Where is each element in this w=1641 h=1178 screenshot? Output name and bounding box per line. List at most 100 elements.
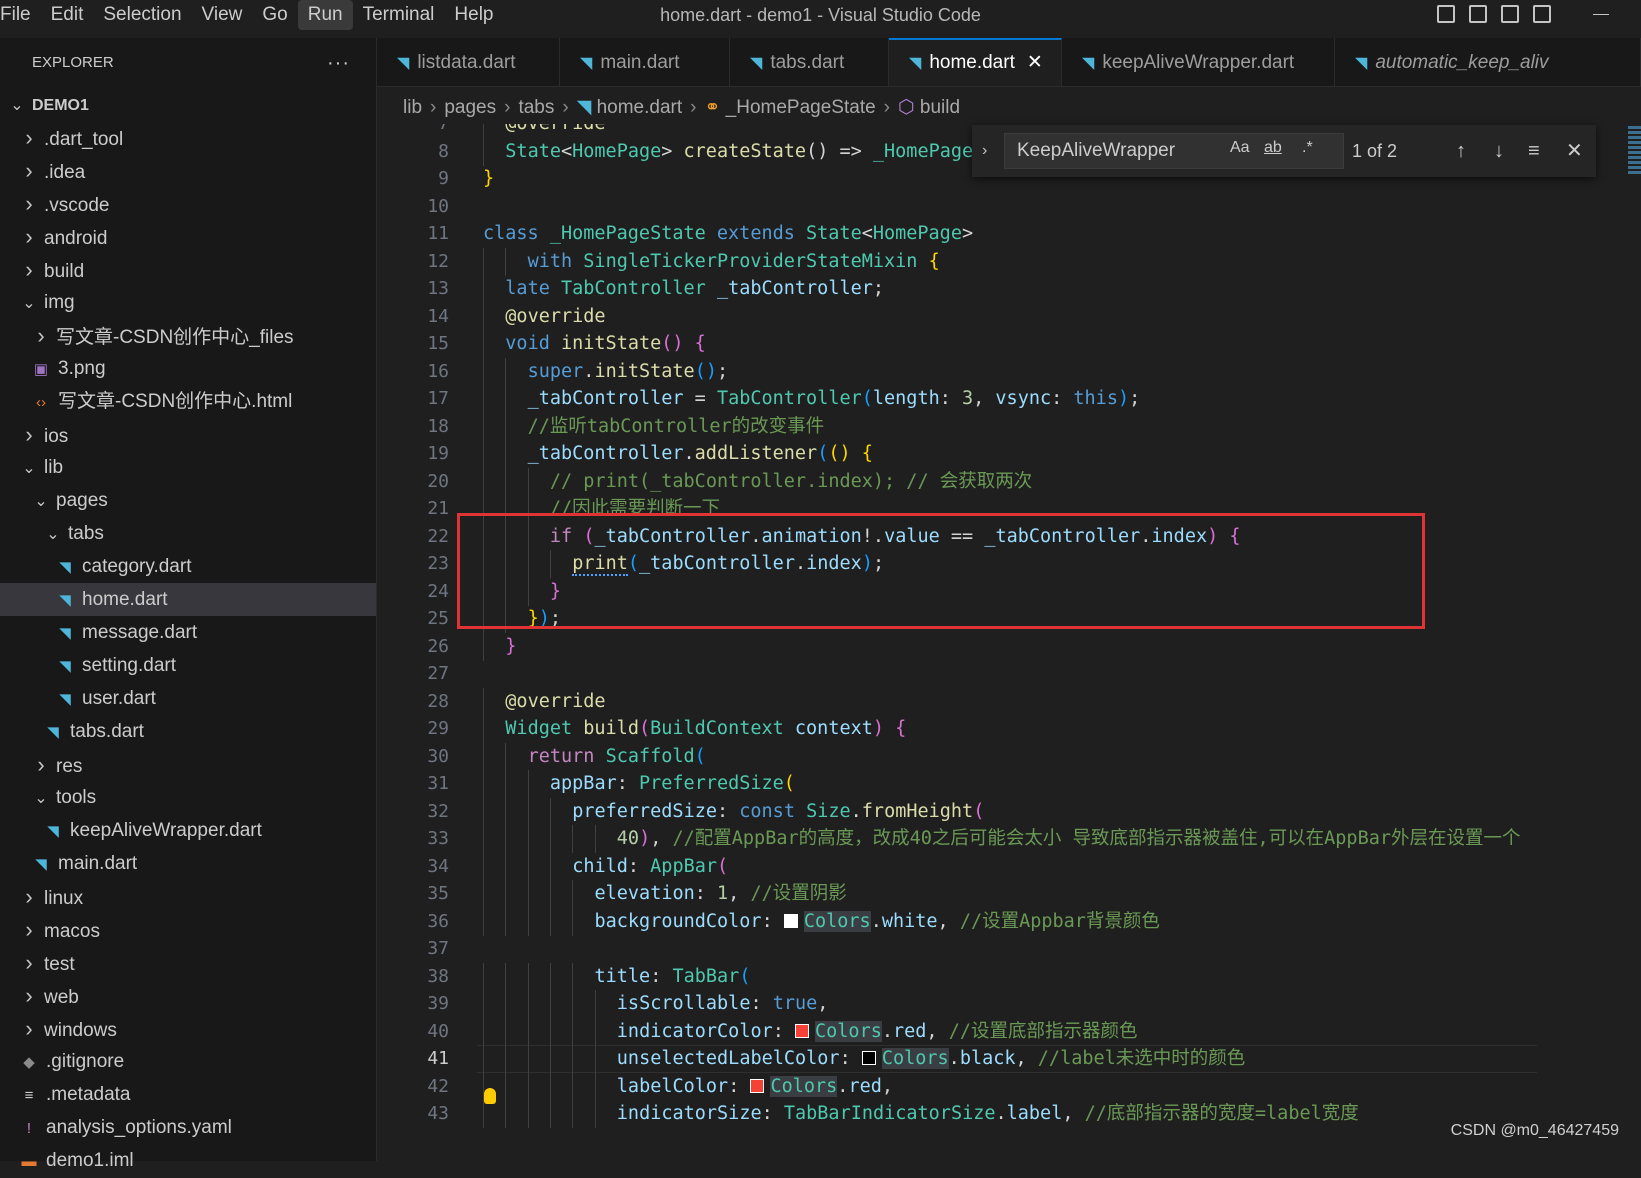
color-swatch[interactable] bbox=[795, 1023, 810, 1038]
folder-row[interactable]: › res bbox=[0, 748, 376, 781]
breadcrumb-item[interactable]: build bbox=[920, 97, 960, 118]
find-in-selection-icon[interactable]: ≡ bbox=[1528, 125, 1540, 177]
menu-item-run[interactable]: Run bbox=[297, 0, 353, 30]
editor-tab[interactable]: ◥ listdata.dart bbox=[377, 38, 560, 86]
code-line[interactable]: 12 with SingleTickerProviderStateMixin { bbox=[377, 247, 1641, 276]
toggle-primary-sidebar-icon[interactable] bbox=[1437, 5, 1455, 23]
code-line[interactable]: 26} bbox=[377, 632, 1641, 661]
menu-item-file[interactable]: File bbox=[0, 0, 41, 30]
file-row[interactable]: ◆ .gitignore bbox=[0, 1045, 376, 1078]
chevron-right-icon[interactable]: › bbox=[32, 748, 50, 781]
chevron-right-icon[interactable]: › bbox=[20, 880, 38, 913]
folder-row[interactable]: › .dart_tool bbox=[0, 121, 376, 154]
code-line[interactable]: 41 unselectedLabelColor: Colors.black, //… bbox=[377, 1045, 1641, 1073]
code-line[interactable]: 10 bbox=[377, 193, 1641, 221]
folder-row[interactable]: › android bbox=[0, 220, 376, 253]
customize-layout-icon[interactable] bbox=[1533, 5, 1551, 23]
code-line[interactable]: 36 backgroundColor: Colors.white, //设置App… bbox=[377, 907, 1641, 936]
code-line[interactable]: 38 title: TabBar( bbox=[377, 962, 1641, 991]
minimap[interactable] bbox=[1628, 124, 1641, 264]
folder-row[interactable]: › web bbox=[0, 979, 376, 1012]
file-row[interactable]: ◥ keepAliveWrapper.dart bbox=[0, 814, 376, 847]
color-swatch[interactable] bbox=[783, 913, 798, 928]
chevron-down-icon[interactable]: ⌄ bbox=[8, 89, 26, 122]
code-line[interactable]: 11 class _HomePageState extends State<Hom… bbox=[377, 220, 1641, 248]
code-line[interactable]: 16 super.initState(); bbox=[377, 357, 1641, 386]
breadcrumb-item[interactable]: lib bbox=[403, 97, 422, 118]
code-line[interactable]: 31 appBar: PreferredSize( bbox=[377, 770, 1641, 798]
code-line[interactable]: 30 return Scaffold( bbox=[377, 742, 1641, 771]
code-line[interactable]: 39 isScrollable: true, bbox=[377, 990, 1641, 1018]
file-row[interactable]: ◥ home.dart bbox=[0, 583, 376, 616]
file-row[interactable]: ◥ category.dart bbox=[0, 550, 376, 583]
close-tab-icon[interactable]: ✕ bbox=[1027, 52, 1043, 73]
chevron-right-icon[interactable]: › bbox=[20, 220, 38, 253]
code-editor[interactable]: 7@override8State<HomePage> createState()… bbox=[377, 124, 1641, 1161]
file-row[interactable]: ‹› 写文章-CSDN创作中心.html bbox=[0, 385, 376, 418]
menu-item-help[interactable]: Help bbox=[444, 0, 503, 30]
file-row[interactable]: ! analysis_options.yaml bbox=[0, 1111, 376, 1144]
file-row[interactable]: ◥ tabs.dart bbox=[0, 715, 376, 748]
code-line[interactable]: 17 _tabController = TabController(length:… bbox=[377, 385, 1641, 413]
code-line[interactable]: 20 // print(_tabController.index); // 会获取… bbox=[377, 467, 1641, 496]
chevron-down-icon[interactable]: ⌄ bbox=[44, 518, 62, 551]
file-row[interactable]: ≡ .metadata bbox=[0, 1078, 376, 1111]
folder-row[interactable]: ⌄ DEMO1 bbox=[0, 88, 376, 121]
file-row[interactable]: ◥ main.dart bbox=[0, 847, 376, 880]
minimize-button[interactable] bbox=[1591, 4, 1611, 24]
more-actions-icon[interactable]: ··· bbox=[327, 38, 350, 88]
chevron-down-icon[interactable]: ⌄ bbox=[20, 452, 38, 485]
lightbulb-icon[interactable] bbox=[484, 1088, 496, 1104]
editor-tab[interactable]: ◥ automatic_keep_aliv bbox=[1335, 38, 1641, 86]
code-line[interactable]: 40 indicatorColor: Colors.red, //设置底部指示器颜… bbox=[377, 1017, 1641, 1046]
chevron-right-icon[interactable]: › bbox=[20, 1012, 38, 1045]
chevron-right-icon[interactable]: › bbox=[20, 946, 38, 979]
breadcrumb-item[interactable]: tabs bbox=[518, 97, 554, 118]
folder-row[interactable]: › ios bbox=[0, 418, 376, 451]
chevron-right-icon[interactable]: › bbox=[20, 913, 38, 946]
menu-item-go[interactable]: Go bbox=[252, 0, 297, 30]
code-line[interactable]: 33 40), //配置AppBar的高度，改成40之后可能会太小 导致底部指示器… bbox=[377, 825, 1641, 853]
code-line[interactable]: 27 bbox=[377, 660, 1641, 688]
chevron-right-icon[interactable]: › bbox=[32, 319, 50, 352]
close-find-icon[interactable]: ✕ bbox=[1566, 125, 1583, 177]
folder-row[interactable]: ⌄ tools bbox=[0, 781, 376, 814]
folder-row[interactable]: ⌄ lib bbox=[0, 451, 376, 484]
file-row[interactable]: ◥ setting.dart bbox=[0, 649, 376, 682]
menu-item-view[interactable]: View bbox=[192, 0, 253, 30]
folder-row[interactable]: ⌄ pages bbox=[0, 484, 376, 517]
editor-tab[interactable]: ◥ tabs.dart bbox=[730, 38, 889, 86]
folder-row[interactable]: ⌄ tabs bbox=[0, 517, 376, 550]
code-line[interactable]: 18 //监听tabController的改变事件 bbox=[377, 412, 1641, 441]
previous-match-icon[interactable]: ↑ bbox=[1456, 125, 1466, 177]
menu-item-edit[interactable]: Edit bbox=[41, 0, 94, 30]
color-swatch[interactable] bbox=[861, 1051, 876, 1065]
folder-row[interactable]: › windows bbox=[0, 1012, 376, 1045]
breadcrumb-item[interactable]: pages bbox=[444, 97, 496, 118]
menu-item-selection[interactable]: Selection bbox=[93, 0, 191, 30]
match-case-icon[interactable]: Aa bbox=[1230, 139, 1250, 157]
code-line[interactable]: 34 child: AppBar( bbox=[377, 852, 1641, 881]
chevron-down-icon[interactable]: ⌄ bbox=[32, 782, 50, 815]
color-swatch[interactable] bbox=[750, 1078, 765, 1093]
chevron-right-icon[interactable]: › bbox=[20, 187, 38, 220]
use-regex-icon[interactable]: .* bbox=[1302, 139, 1313, 157]
editor-tab[interactable]: ◥ keepAliveWrapper.dart bbox=[1062, 38, 1335, 86]
chevron-right-icon[interactable]: › bbox=[20, 154, 38, 187]
code-line[interactable]: 13 late TabController _tabController; bbox=[377, 275, 1641, 303]
breadcrumb-item[interactable]: _HomePageState bbox=[726, 97, 876, 118]
folder-row[interactable]: › test bbox=[0, 946, 376, 979]
folder-row[interactable]: › build bbox=[0, 253, 376, 286]
folder-row[interactable]: › 写文章-CSDN创作中心_files bbox=[0, 319, 376, 352]
folder-row[interactable]: › macos bbox=[0, 913, 376, 946]
code-line[interactable]: 28 @override bbox=[377, 687, 1641, 716]
code-line[interactable]: 14 @override bbox=[377, 302, 1641, 331]
toggle-panel-icon[interactable] bbox=[1469, 5, 1487, 23]
chevron-right-icon[interactable]: › bbox=[20, 418, 38, 451]
chevron-right-icon[interactable]: › bbox=[20, 253, 38, 286]
menu-item-terminal[interactable]: Terminal bbox=[353, 0, 445, 30]
breadcrumb-item[interactable]: home.dart bbox=[597, 97, 683, 118]
file-row[interactable]: ◥ user.dart bbox=[0, 682, 376, 715]
chevron-right-icon[interactable]: › bbox=[20, 979, 38, 1012]
file-row[interactable]: ▣ 3.png bbox=[0, 352, 376, 385]
